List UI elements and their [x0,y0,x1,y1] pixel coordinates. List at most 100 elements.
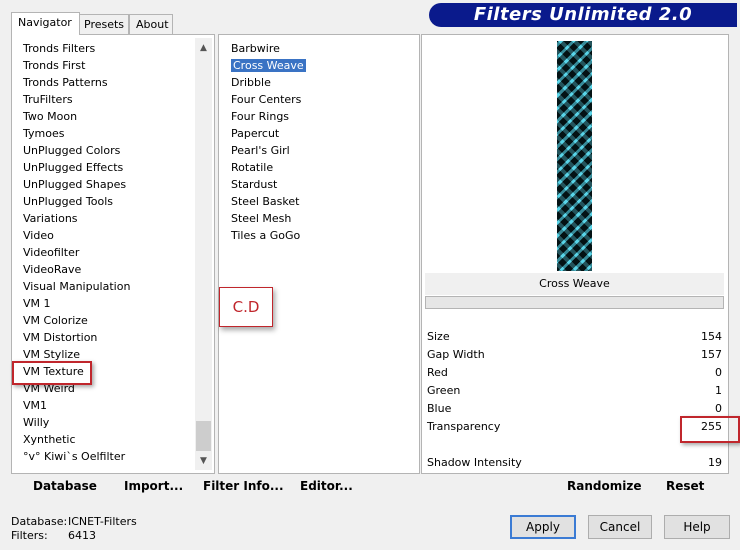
category-item-label: VideoRave [23,263,82,276]
filter-item-label: Cross Weave [231,59,306,72]
category-item-label: VM1 [23,399,48,412]
filter-item[interactable]: Barbwire [229,40,306,57]
category-item-label: UnPlugged Shapes [23,178,127,191]
param-shadow-intensity[interactable]: Shadow Intensity 19 [425,454,724,472]
category-item[interactable]: °v° Kiwi`s Oelfilter [21,448,130,465]
category-list-panel[interactable]: Tronds Filters Tronds First Tronds Pattern… [11,34,215,474]
param-red[interactable]: Red 0 [425,364,724,382]
category-item[interactable]: Tronds First [21,57,130,74]
editor-button[interactable]: Editor... [300,477,353,495]
filter-preview [557,41,592,271]
database-button[interactable]: Database [33,477,97,495]
category-item[interactable]: UnPlugged Shapes [21,176,130,193]
watermark-cd: C.D [219,287,273,327]
category-item[interactable]: TruFilters [21,91,130,108]
tab-navigator[interactable]: Navigator [11,12,80,35]
filter-list[interactable]: Barbwire Cross Weave Dribble Four Centers Fo… [229,40,306,244]
category-item-label: UnPlugged Colors [23,144,121,157]
scroll-down-icon[interactable]: ▼ [195,453,212,470]
highlight-vm-texture [12,361,92,385]
category-item[interactable]: Tronds Patterns [21,74,130,91]
category-item[interactable]: UnPlugged Tools [21,193,130,210]
param-size-value: 154 [701,330,722,343]
param-transparency-label: Transparency [427,420,501,433]
category-item[interactable]: UnPlugged Effects [21,159,130,176]
title-banner: Filters Unlimited 2.0 [429,3,737,27]
category-item[interactable]: VM1 [21,397,130,414]
filter-item-label: Stardust [231,178,278,191]
category-item-label: Tronds Patterns [23,76,108,89]
tab-presets[interactable]: Presets [77,14,129,34]
category-item[interactable]: Two Moon [21,108,130,125]
filter-info-button[interactable]: Filter Info... [203,477,284,495]
category-item[interactable]: Visual Manipulation [21,278,130,295]
tab-about[interactable]: About [129,14,173,34]
category-item[interactable]: Videofilter [21,244,130,261]
filter-item[interactable]: Four Centers [229,91,306,108]
category-item[interactable]: Willy [21,414,130,431]
param-gap-label: Gap Width [427,348,485,361]
filter-item-label: Steel Mesh [231,212,292,225]
preview-filter-label: Cross Weave [425,273,724,295]
category-item-label: Videofilter [23,246,80,259]
scroll-thumb[interactable] [196,421,211,451]
filter-item[interactable]: Pearl's Girl [229,142,306,159]
category-item-label: VM Distortion [23,331,98,344]
filter-item[interactable]: Cross Weave [229,57,306,74]
apply-button[interactable]: Apply [510,515,576,539]
param-gap-width[interactable]: Gap Width 157 [425,346,724,364]
filter-list-panel[interactable]: Barbwire Cross Weave Dribble Four Centers Fo… [218,34,420,474]
category-scrollbar[interactable]: ▲ ▼ [195,38,212,470]
param-gap-value: 157 [701,348,722,361]
scroll-up-icon[interactable]: ▲ [195,40,212,57]
filter-item[interactable]: Steel Basket [229,193,306,210]
category-item[interactable]: Tronds Filters [21,40,130,57]
param-size[interactable]: Size 154 [425,328,724,346]
category-item[interactable]: Variations [21,210,130,227]
cancel-button[interactable]: Cancel [588,515,652,539]
help-button[interactable]: Help [664,515,730,539]
category-item-label: Tronds First [23,59,86,72]
filter-item[interactable]: Four Rings [229,108,306,125]
filter-item-label: Pearl's Girl [231,144,290,157]
category-item-label: VM Stylize [23,348,80,361]
reset-button[interactable]: Reset [666,477,704,495]
randomize-button[interactable]: Randomize [567,477,641,495]
filter-item-label: Four Centers [231,93,302,106]
filter-item-label: Steel Basket [231,195,300,208]
category-item-label: Willy [23,416,50,429]
category-item[interactable]: Video [21,227,130,244]
status-filters-value: 6413 [68,529,96,542]
category-item[interactable]: VM Distortion [21,329,130,346]
import-button[interactable]: Import... [124,477,183,495]
filter-item[interactable]: Papercut [229,125,306,142]
param-green[interactable]: Green 1 [425,382,724,400]
filter-item-label: Dribble [231,76,271,89]
filter-item[interactable]: Rotatile [229,159,306,176]
category-item[interactable]: VM Colorize [21,312,130,329]
filter-item-label: Four Rings [231,110,290,123]
filter-item[interactable]: Stardust [229,176,306,193]
param-green-value: 1 [715,384,722,397]
category-item[interactable]: UnPlugged Colors [21,142,130,159]
filter-item-label: Barbwire [231,42,280,55]
category-item-label: VM 1 [23,297,51,310]
filter-item[interactable]: Dribble [229,74,306,91]
filter-item[interactable]: Tiles a GoGo [229,227,306,244]
param-shadow-label: Shadow Intensity [427,456,522,469]
progress-bar [425,296,724,309]
category-item-label: Two Moon [23,110,78,123]
category-item-label: TruFilters [23,93,73,106]
highlight-transparency [680,416,740,443]
category-item-label: Tymoes [23,127,65,140]
category-item[interactable]: VM 1 [21,295,130,312]
category-item[interactable]: VideoRave [21,261,130,278]
filter-item-label: Tiles a GoGo [231,229,301,242]
category-item[interactable]: Xynthetic [21,431,130,448]
param-shadow-value: 19 [708,456,722,469]
category-item[interactable]: Tymoes [21,125,130,142]
status-database: Database: ICNET-Filters [11,515,137,528]
category-list[interactable]: Tronds Filters Tronds First Tronds Pattern… [21,40,130,465]
category-item-label: °v° Kiwi`s Oelfilter [23,450,126,463]
filter-item[interactable]: Steel Mesh [229,210,306,227]
